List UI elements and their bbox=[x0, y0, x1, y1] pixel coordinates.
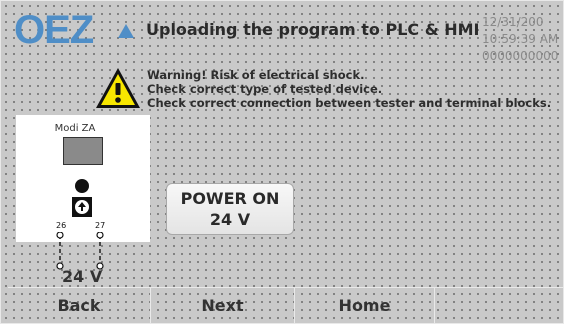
indicator-dot-icon bbox=[75, 179, 89, 193]
rotary-switch-icon bbox=[72, 197, 92, 217]
device-display-rect bbox=[63, 137, 103, 165]
warning-icon bbox=[96, 68, 140, 108]
warning-line: Check correct connection between tester … bbox=[147, 96, 552, 110]
device-panel: Modi ZA 26 27 bbox=[16, 115, 150, 242]
page-title: Uploading the program to PLC & HMI bbox=[146, 20, 480, 39]
warning-line: Warning! Risk of electrical shock. bbox=[147, 68, 365, 82]
power-on-label: POWER ON bbox=[180, 189, 280, 208]
device-name: Modi ZA bbox=[54, 123, 96, 134]
nav-divider-top bbox=[8, 287, 564, 288]
power-on-button[interactable]: POWER ON 24 V bbox=[166, 183, 294, 235]
terminal-label-right: 27 bbox=[95, 221, 106, 230]
date-text: 12/31/200 bbox=[482, 15, 544, 29]
warning-messages: Warning! Risk of electrical shock. Check… bbox=[147, 68, 551, 110]
time-text: 10:59:39 AM bbox=[482, 32, 559, 46]
oez-logo: OEZ bbox=[14, 8, 94, 52]
terminal-connection-icon bbox=[56, 232, 104, 270]
power-on-voltage: 24 V bbox=[209, 210, 251, 229]
warning-line: Check correct type of tested device. bbox=[147, 82, 383, 96]
nav-separator bbox=[434, 287, 435, 324]
back-button[interactable]: Back bbox=[8, 296, 150, 315]
counter-text: 0000000000 bbox=[482, 49, 559, 63]
logo-triangle-icon bbox=[118, 24, 134, 38]
voltage-label: 24 V bbox=[62, 267, 103, 286]
next-button[interactable]: Next bbox=[151, 296, 294, 315]
terminal-label-left: 26 bbox=[56, 221, 67, 230]
home-button[interactable]: Home bbox=[295, 296, 434, 315]
datetime-display: 12/31/200 10:59:39 AM 0000000000 bbox=[482, 14, 564, 65]
